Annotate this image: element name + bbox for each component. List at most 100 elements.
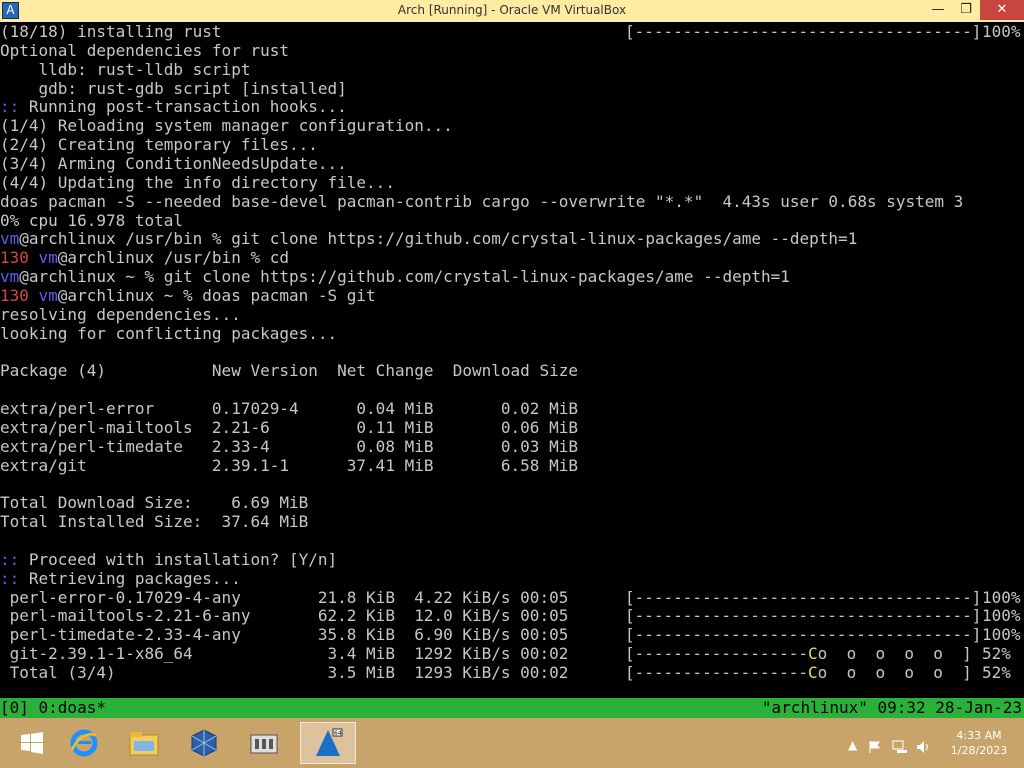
terminal-screen[interactable]: (18/18) installing rust Optional dependen…	[0, 22, 1024, 698]
prompt-host: @archlinux	[19, 267, 116, 287]
prompt-user: vm	[0, 267, 20, 287]
exit-code: 130	[0, 285, 39, 305]
progress-bar-track: [-----------------------------------]	[625, 625, 982, 645]
progress-percent: 52%	[982, 644, 1011, 664]
tray-expand-icon[interactable]: ▲	[848, 738, 857, 752]
terminal-line-text: Total Download Size: 6.69 MiB	[0, 493, 309, 513]
terminal-line-text: (4/4) Updating the info directory file..…	[0, 172, 395, 192]
clock-date: 1/28/2023	[950, 744, 1008, 757]
volume-icon[interactable]	[916, 740, 932, 757]
close-button[interactable]: ✕	[980, 0, 1024, 20]
window-title: Arch [Running] - Oracle VM VirtualBox	[397, 3, 627, 17]
terminal-line: 130 vm@archlinux /usr/bin % cd	[0, 248, 289, 267]
pacman-arrow-prefix: ::	[0, 97, 20, 117]
terminal-line-text: looking for conflicting packages...	[0, 323, 338, 343]
terminal-line-text: Retrieving packages...	[19, 568, 241, 588]
terminal-line-text: Total Installed Size: 37.64 MiB	[0, 512, 309, 532]
terminal-line: extra/perl-timedate 2.33-4 0.08 MiB 0.03…	[0, 437, 578, 456]
terminal-line: looking for conflicting packages...	[0, 324, 337, 343]
terminal-line-text: /usr/bin % git clone https://github.com/…	[115, 229, 858, 249]
terminal-line: Total Download Size: 6.69 MiB	[0, 493, 308, 512]
progress-percent: 100%	[982, 587, 1021, 607]
terminal-line: (18/18) installing rust	[0, 22, 222, 41]
terminal-line: Total Installed Size: 37.64 MiB	[0, 512, 308, 531]
prompt-user: vm	[38, 248, 58, 268]
terminal-line-text: extra/perl-mailtools 2.21-6 0.11 MiB 0.0…	[0, 417, 578, 437]
terminal-line-text: perl-mailtools-2.21-6-any 62.2 KiB 12.0 …	[0, 606, 569, 626]
terminal-line-text: Package (4) New Version Net Change Downl…	[0, 361, 578, 381]
progress-bar: [-----------------------------------]	[625, 22, 981, 41]
terminal-line-text: Proceed with installation? [Y/n]	[19, 549, 338, 569]
minimize-button[interactable]: —	[924, 0, 952, 20]
progress-percent: 52%	[982, 662, 1011, 682]
terminal-line: perl-error-0.17029-4-any 21.8 KiB 4.22 K…	[0, 588, 569, 607]
terminal-line-text: (2/4) Creating temporary files...	[0, 135, 318, 155]
pacman-arrow-prefix: ::	[0, 549, 20, 569]
terminal-line: 130 vm@archlinux ~ % doas pacman -S git	[0, 286, 376, 305]
terminal-line-text: Total (3/4) 3.5 MiB 1293 KiB/s 00:02	[0, 662, 569, 682]
terminal-line-text: perl-timedate-2.33-4-any 35.8 KiB 6.90 K…	[0, 625, 569, 645]
terminal-line-text: Running post-transaction hooks...	[19, 97, 347, 117]
window-titlebar[interactable]: A Arch [Running] - Oracle VM VirtualBox …	[0, 0, 1024, 22]
terminal-line-text: /usr/bin % cd	[154, 248, 289, 268]
progress-percent: 100%	[982, 606, 1021, 626]
terminal-line: (4/4) Updating the info directory file..…	[0, 173, 395, 192]
terminal-line-text: (1/4) Reloading system manager configura…	[0, 116, 453, 136]
terminal-line: Optional dependencies for rust	[0, 41, 289, 60]
terminal-line: extra/perl-mailtools 2.21-6 0.11 MiB 0.0…	[0, 418, 578, 437]
terminal-line: Total (3/4) 3.5 MiB 1293 KiB/s 00:02	[0, 662, 569, 682]
terminal-line-text: extra/git 2.39.1-1 37.41 MiB 6.58 MiB	[0, 455, 578, 475]
terminal-line: perl-timedate-2.33-4-any 35.8 KiB 6.90 K…	[0, 625, 569, 645]
terminal-line-text: extra/perl-timedate 2.33-4 0.08 MiB 0.03…	[0, 436, 578, 456]
terminal-line: vm@archlinux ~ % git clone https://githu…	[0, 267, 790, 286]
tmux-status-bar: [0] 0:doas* "archlinux" 09:32 28-Jan-23	[0, 698, 1024, 718]
terminal-line: :: Proceed with installation? [Y/n]	[0, 550, 337, 569]
pacman-progress-icon: C	[808, 662, 818, 682]
tmux-window-list[interactable]: [0] 0:doas*	[0, 698, 106, 718]
terminal-line-text: ~ % doas pacman -S git	[154, 285, 376, 305]
prompt-user: vm	[0, 229, 20, 249]
terminal-line: lldb: rust-lldb script	[0, 60, 251, 79]
progress-bar-remaining: o o o o o ]	[817, 662, 972, 682]
restore-button[interactable]: ❐	[952, 0, 980, 20]
flag-icon[interactable]	[868, 740, 882, 757]
progress-bar-track: [-----------------------------------]	[625, 587, 982, 607]
progress-percent: 100%	[982, 22, 1021, 41]
terminal-line-text: 0% cpu 16.978 total	[0, 210, 184, 230]
virtualbox-icon[interactable]	[176, 722, 232, 764]
storage-icon[interactable]	[236, 722, 292, 764]
terminal-line: vm@archlinux /usr/bin % git clone https:…	[0, 229, 857, 248]
terminal-line: git-2.39.1-1-x86_64 3.4 MiB 1292 KiB/s 0…	[0, 644, 569, 663]
progress-bar-remaining: o o o o o ]	[817, 644, 972, 664]
prompt-host: @archlinux	[19, 229, 116, 249]
terminal-line: :: Retrieving packages...	[0, 569, 241, 588]
terminal-line: (1/4) Reloading system manager configura…	[0, 116, 453, 135]
prompt-host: @archlinux	[57, 285, 155, 305]
svg-text:64: 64	[334, 730, 342, 737]
terminal-line: :: Running post-transaction hooks...	[0, 97, 347, 116]
terminal-line-text: (3/4) Arming ConditionNeedsUpdate...	[0, 153, 347, 173]
arch-vm-icon[interactable]: 64	[300, 722, 356, 764]
terminal-line: gdb: rust-gdb script [installed]	[0, 79, 347, 98]
network-icon[interactable]	[892, 740, 908, 757]
terminal-line: Package (4) New Version Net Change Downl…	[0, 361, 578, 380]
tmux-host-clock: "archlinux" 09:32 28-Jan-23	[761, 698, 1022, 717]
file-explorer-icon[interactable]	[116, 722, 172, 764]
terminal-line: extra/git 2.39.1-1 37.41 MiB 6.58 MiB	[0, 456, 578, 475]
terminal-line: (2/4) Creating temporary files...	[0, 135, 318, 154]
progress-bar: [-----------------------------------]	[625, 625, 981, 644]
prompt-user: vm	[38, 285, 58, 305]
pacman-arrow-prefix: ::	[0, 568, 20, 588]
terminal-line: (3/4) Arming ConditionNeedsUpdate...	[0, 154, 347, 173]
terminal-line: extra/perl-error 0.17029-4 0.04 MiB 0.02…	[0, 399, 578, 418]
terminal-line-text: Optional dependencies for rust	[0, 40, 289, 60]
terminal-line: doas pacman -S --needed base-devel pacma…	[0, 192, 963, 211]
prompt-host: @archlinux	[57, 248, 155, 268]
windows-logo-icon[interactable]	[4, 722, 60, 764]
exit-code: 130	[0, 248, 39, 268]
progress-bar: [-----------------------------------]	[625, 606, 981, 625]
internet-explorer-icon[interactable]	[56, 722, 112, 764]
taskbar-clock[interactable]: 4:33 AM 1/28/2023	[944, 728, 1014, 758]
terminal-line-text: (18/18) installing rust	[0, 22, 222, 41]
terminal-line-text: ~ % git clone https://github.com/crystal…	[115, 267, 790, 287]
